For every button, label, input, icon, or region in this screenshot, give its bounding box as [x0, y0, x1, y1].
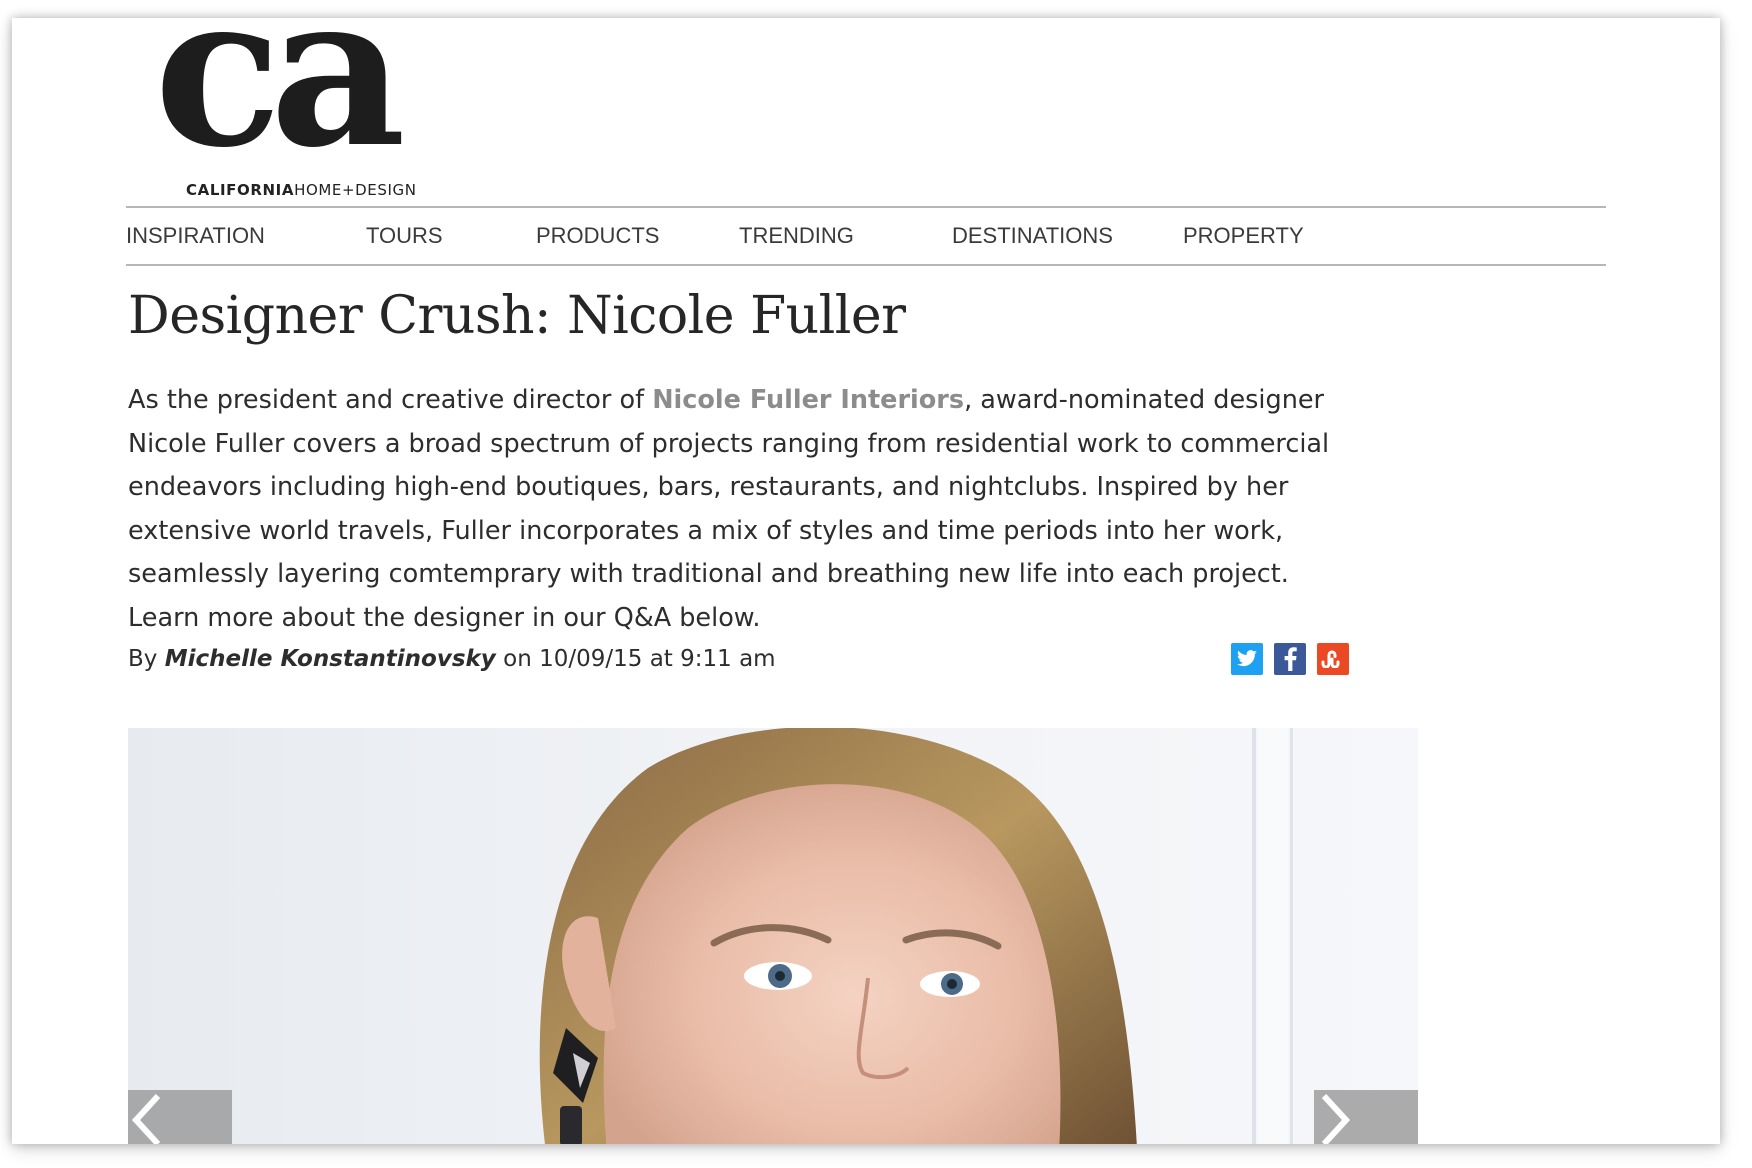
- intro-line-3: endeavors including high-end boutiques, …: [128, 472, 1289, 502]
- intro-line-1: As the president and creative director o…: [128, 379, 1418, 423]
- carousel-next-button[interactable]: [1314, 1090, 1418, 1144]
- nav-item-trending[interactable]: TRENDING: [739, 223, 854, 249]
- nav-item-inspiration[interactable]: INSPIRATION: [126, 223, 265, 249]
- page-card: ca CALIFORNIAHOME+DESIGN INSPIRATION TOU…: [12, 18, 1720, 1144]
- intro-line-4: extensive world travels, Fuller incorpor…: [128, 515, 1284, 546]
- facebook-share-button[interactable]: [1274, 643, 1306, 675]
- logo-subtitle: CALIFORNIAHOME+DESIGN: [186, 181, 417, 199]
- intro-line-5: seamlessly layering comtemprary with tra…: [128, 559, 1289, 589]
- article-title: Designer Crush: Nicole Fuller: [128, 286, 906, 346]
- main-nav: INSPIRATION TOURS PRODUCTS TRENDING DEST…: [126, 206, 1606, 266]
- logo-sub-light: HOME+DESIGN: [294, 181, 417, 199]
- author-name[interactable]: Michelle Konstantinovsky: [165, 646, 496, 672]
- nicole-fuller-interiors-link[interactable]: Nicole Fuller Interiors: [652, 385, 964, 415]
- nav-item-destinations[interactable]: DESTINATIONS: [952, 223, 1113, 249]
- site-logo[interactable]: ca CALIFORNIAHOME+DESIGN: [154, 18, 454, 208]
- twitter-icon: [1236, 650, 1258, 668]
- stumbleupon-icon: [1321, 650, 1345, 668]
- publish-date: on 10/09/15 at 9:11 am: [495, 646, 776, 672]
- intro-line-6: Learn more about the designer in our Q&A…: [128, 602, 761, 633]
- carousel-prev-button[interactable]: [128, 1090, 232, 1144]
- nav-item-property[interactable]: PROPERTY: [1183, 223, 1304, 249]
- article-intro: As the president and creative director o…: [128, 379, 1418, 640]
- byline: By Michelle Konstantinovsky on 10/09/15 …: [128, 646, 776, 672]
- facebook-icon: [1282, 647, 1298, 671]
- nav-item-products[interactable]: PRODUCTS: [536, 223, 659, 249]
- intro-line-2: Nicole Fuller covers a broad spectrum of…: [128, 428, 1330, 459]
- article-hero-image: [128, 728, 1418, 1144]
- logo-sub-bold: CALIFORNIA: [186, 181, 295, 199]
- twitter-share-button[interactable]: [1231, 643, 1263, 675]
- byline-prefix: By: [128, 646, 165, 672]
- stumbleupon-share-button[interactable]: [1317, 643, 1349, 675]
- logo-mark: ca: [154, 18, 406, 194]
- nav-item-tours[interactable]: TOURS: [366, 223, 443, 249]
- intro-line-1-pre: As the president and creative director o…: [128, 385, 653, 415]
- portrait-photo: [128, 728, 1418, 1144]
- intro-line-1-post: , award-nominated designer: [964, 385, 1325, 415]
